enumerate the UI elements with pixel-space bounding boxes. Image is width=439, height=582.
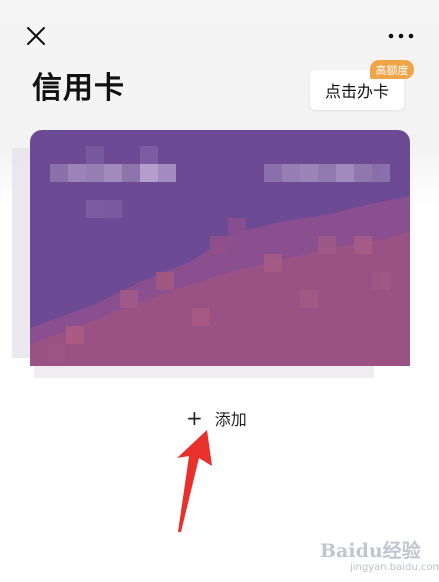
more-icon [388,33,414,39]
add-card-button[interactable]: + 添加 [180,403,260,433]
high-limit-badge: 高额度 [370,60,414,79]
more-button[interactable] [386,24,416,48]
badge-label: 高额度 [375,63,409,77]
close-icon [27,27,45,45]
watermark-site: jingyan.baidu.com [350,562,439,573]
card-wave-mid [30,196,410,366]
card-wave-front [30,232,410,366]
watermark-brand: Baidu经验 [320,540,421,562]
plus-icon: + [186,406,203,430]
close-button[interactable] [24,24,48,48]
apply-card-label: 点击办卡 [324,82,389,101]
arrow-icon [177,430,212,532]
card-bottom-halo [34,360,374,378]
card-wave-pixels [48,218,390,362]
add-card-label: 添加 [214,410,247,429]
page-title: 信用卡 [32,71,125,106]
baidu-watermark: Baidu经验 jingyan.baidu.com [320,536,439,578]
